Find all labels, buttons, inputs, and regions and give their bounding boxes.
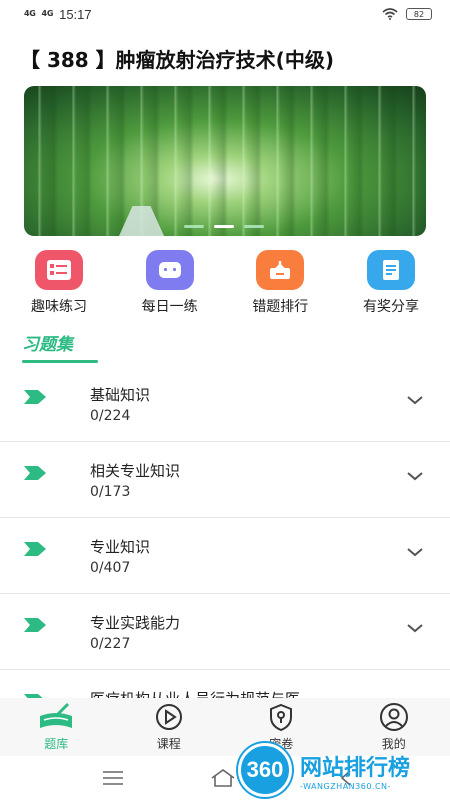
book-pen-icon [40,702,73,728]
list-item-title: 专业知识 [90,538,151,556]
wifi-icon [382,8,398,20]
quick-nav-fun-practice[interactable]: 趣味练习 [20,250,98,320]
chevron-down-icon[interactable] [406,470,424,482]
signal-icon: 4G [24,9,36,18]
home-icon[interactable] [210,768,236,788]
list-item-title: 相关专业知识 [90,462,181,480]
arrow-marker-icon [24,618,46,632]
list-item[interactable]: 专业实践能力 0/227 [0,594,450,670]
list-item[interactable]: 医疗机构从业人员行为规范与医 [0,670,450,698]
robot-face-icon [145,250,194,290]
list-item-count: 0/224 [90,408,131,424]
share-box-icon [256,250,305,290]
watermark-cn: 网站排行榜 [300,755,411,781]
list-item[interactable]: 基础知识 0/224 [0,366,450,442]
banner-carousel[interactable] [24,86,426,236]
tab-question-sets[interactable]: 习题集 [22,330,73,355]
quick-nav-label: 错题排行 [252,299,309,315]
watermark-logo: 360 网站排行榜 -WANGZHAN360.CN- [238,740,444,800]
arrow-marker-icon [24,542,46,556]
signal-icon-2: 4G [41,9,54,18]
status-left: 4G 4G 15:17 [24,7,92,22]
chevron-down-icon[interactable] [406,622,424,634]
list-item-title: 医疗机构从业人员行为规范与医 [90,688,300,698]
page-title: 【 388 】肿瘤放射治疗技术(中级) [20,48,334,72]
chevron-down-icon[interactable] [406,546,424,558]
watermark-en: -WANGZHAN360.CN- [300,781,391,791]
list-item-title: 专业实践能力 [90,614,181,632]
quick-nav-label: 每日一练 [141,299,198,315]
list-item-count: 0/227 [90,636,131,652]
chevron-down-icon[interactable] [406,394,424,406]
list-item[interactable]: 专业知识 0/407 [0,518,450,594]
list-item-count: 0/173 [90,484,131,500]
status-time: 15:17 [59,6,92,22]
list-item-count: 0/407 [90,560,131,576]
watermark-text: 网站排行榜 -WANGZHAN360.CN- [300,750,410,791]
status-bar: 4G 4G 15:17 82 [0,0,450,28]
carousel-dot[interactable] [184,225,204,228]
quick-nav-daily-practice[interactable]: 每日一练 [131,250,209,320]
watermark-360-logo: 360 [238,743,292,797]
question-set-list: 基础知识 0/224 相关专业知识 0/173 专业知识 0/407 专业实践能… [0,366,450,698]
tab-label: 课程 [156,737,181,751]
shield-lock-icon [270,703,293,732]
quick-nav-wrong-ranking[interactable]: 错题排行 [241,250,319,320]
battery-icon: 82 [406,8,432,20]
quick-nav: 趣味练习 每日一练 错题排行 有奖分享 [0,250,450,320]
user-icon [379,703,408,731]
quiz-card-icon [35,250,83,290]
arrow-marker-icon [24,466,46,480]
quick-nav-label: 趣味练习 [31,299,87,315]
tab-label: 题库 [44,737,69,751]
notebook-icon [366,250,415,290]
list-item[interactable]: 相关专业知识 0/173 [0,442,450,518]
banner-image-path [119,206,164,236]
quick-nav-label: 有奖分享 [362,299,419,315]
tab-question-bank[interactable]: 题库 [16,702,96,752]
status-right: 82 [382,8,432,20]
menu-icon[interactable] [102,770,124,786]
play-circle-icon [155,704,182,730]
carousel-dot-active[interactable] [214,225,234,228]
carousel-indicator [184,225,264,228]
arrow-marker-icon [24,390,46,404]
list-item-title: 基础知识 [90,386,151,404]
quick-nav-reward-share[interactable]: 有奖分享 [352,250,430,320]
tab-underline [22,360,98,363]
carousel-dot[interactable] [244,225,264,228]
tab-courses[interactable]: 课程 [129,702,209,752]
